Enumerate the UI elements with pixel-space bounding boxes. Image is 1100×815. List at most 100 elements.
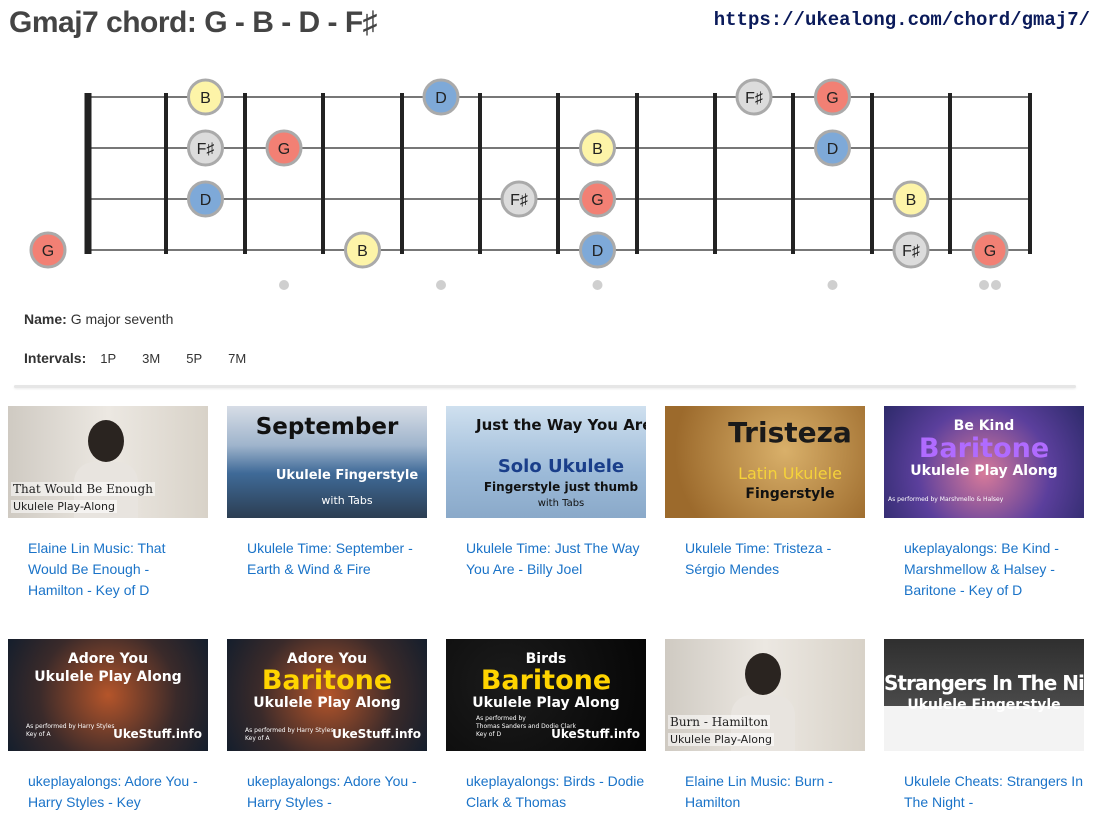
thumbnail-text: Fingerstyle just thumb [483,480,639,494]
note-marker-Fsharp: F♯ [892,231,930,269]
note-label: D [435,90,447,107]
note-marker-G: G [814,78,851,116]
note-label: F♯ [510,192,528,209]
thumbnail-text: Ukulele Play Along [472,695,620,711]
video-title-link[interactable]: Ukulele Time: Tristeza - Sérgio Mendes [685,538,865,580]
interval-1P: 1P [100,351,117,366]
video-card[interactable]: Birds Baritone Ukulele Play Along As perfor… [446,639,646,813]
video-card[interactable]: Be Kind Baritone Ukulele Play Along As perf… [884,406,1084,601]
thumbnail-text: Baritone [918,433,1050,464]
note-marker-G: G [971,231,1009,269]
video-title-link[interactable]: ukeplayalongs: Birds - Dodie Clark & Tho… [466,771,646,813]
thumbnail-text: Ukulele Fingerstyle [907,697,1061,713]
video-thumbnail[interactable]: Just the Way You Are Solo Ukulele Fingerst… [446,406,646,518]
note-label: D [592,243,604,260]
note-label: F♯ [197,141,215,158]
thumbnail-text: Latin Ukulele [738,464,842,483]
video-card[interactable]: Burn - Hamilton Ukulele Play-Along Elaine … [665,639,865,813]
video-card[interactable]: Tristeza Latin Ukulele Fingerstyle Ukulele … [665,406,865,580]
video-card[interactable]: September Ukulele Fingerstyle with Tabs Uku… [227,406,427,580]
thumbnail-text: Ukulele Play Along [253,695,401,711]
fret-marker-12 [979,280,989,290]
fret-marker-12 [991,280,1001,290]
thumbnail-text: with Tabs [537,498,585,509]
note-label: G [984,243,996,260]
video-thumbnail[interactable]: That Would Be Enough Ukulele Play-Along [8,406,208,518]
thumbnail-text: Tristeza [728,416,852,449]
note-marker-Fsharp: F♯ [187,129,224,167]
thumbnail-text: Fingerstyle [745,486,835,502]
thumbnail-text: As performed by [476,715,526,722]
note-label: B [592,141,603,158]
fret-marker-5 [436,280,446,290]
video-card[interactable]: That Would Be Enough Ukulele Play-Along El… [8,406,208,601]
video-card[interactable]: Just the Way You Are Solo Ukulele Fingerst… [446,406,646,580]
video-card[interactable]: Strangers In The Night Ukulele Fingerstyl… [884,639,1084,813]
thumbnail-text: Ukulele Play Along [34,669,182,685]
thumbnail-text: Baritone [261,665,393,696]
thumbnail-text: Solo Ukulele [497,456,625,477]
fretboard-diagram: B D F♯ G F♯ G B D D F♯ G B G B D F♯ G [29,78,1032,290]
video-title-link[interactable]: Ukulele Cheats: Strangers In The Night - [904,771,1084,813]
video-title-link[interactable]: Ukulele Time: Just The Way You Are - Bil… [466,538,646,580]
note-label: D [200,192,212,209]
note-label: B [357,243,368,260]
note-marker-B: B [344,231,381,269]
note-label: F♯ [902,243,920,260]
fret-marker-3 [279,280,289,290]
video-title-link[interactable]: ukeplayalongs: Adore You - Harry Styles … [247,771,427,813]
video-title-link[interactable]: ukeplayalongs: Adore You - Harry Styles … [28,771,208,813]
note-marker-Fsharp: F♯ [735,78,773,116]
chord-name-label: Name: [24,311,67,327]
note-marker-B: B [892,180,930,218]
section-divider [14,385,1076,388]
video-title-link[interactable]: Elaine Lin Music: Burn - Hamilton [685,771,865,813]
fret-marker-7 [592,280,603,290]
thumbnail-text: As performed by Marshmello & Halsey [888,496,1004,503]
thumbnail-text: UkeStuff.info [332,727,421,741]
interval-5P: 5P [186,351,203,366]
note-marker-D: D [187,180,224,218]
note-label: F♯ [745,90,763,107]
thumbnail-text: Ukulele Play-Along [668,733,774,746]
note-marker-D: D [579,231,616,269]
video-thumbnail[interactable]: Burn - Hamilton Ukulele Play-Along [665,639,865,751]
video-thumbnail[interactable]: Tristeza Latin Ukulele Fingerstyle [665,406,865,518]
thumbnail-text: Ukulele Play Along [910,463,1058,479]
interval-7M: 7M [228,351,247,366]
thumbnail-text: Be Kind [953,418,1015,434]
note-marker-D: D [422,78,460,116]
fret-marker-10 [827,280,838,290]
note-marker-B: B [187,78,224,116]
video-card[interactable]: Adore You Baritone Ukulele Play Along As pe… [227,639,427,813]
video-thumbnail[interactable]: Be Kind Baritone Ukulele Play Along As perf… [884,406,1084,518]
note-label: B [200,90,211,107]
person-figure [88,420,124,462]
thumbnail-text: Burn - Hamilton [668,715,771,729]
note-label: G [42,243,54,260]
video-thumbnail[interactable]: Strangers In The Night Ukulele Fingerstyl… [884,639,1084,751]
video-card[interactable]: Adore You Ukulele Play Along As performed … [8,639,208,813]
video-thumbnail[interactable]: September Ukulele Fingerstyle with Tabs [227,406,427,518]
intervals-label: Intervals: [24,350,87,366]
note-label: G [278,141,290,158]
video-thumbnail[interactable]: Adore You Baritone Ukulele Play Along As pe… [227,639,427,751]
thumbnail-text: Adore You [67,651,149,667]
note-marker-G: G [579,180,616,218]
thumbnail-text: UkeStuff.info [113,727,202,741]
note-marker-D: D [814,129,851,167]
video-title-link[interactable]: ukeplayalongs: Be Kind - Marshmellow & H… [904,538,1084,601]
thumbnail-text: Strangers In The Night [884,671,1084,695]
video-thumbnail[interactable]: Birds Baritone Ukulele Play Along As perfor… [446,639,646,751]
video-title-link[interactable]: Ukulele Time: September - Earth & Wind &… [247,538,427,580]
note-label: D [827,141,839,158]
note-marker-B: B [579,129,616,167]
video-thumbnail[interactable]: Adore You Ukulele Play Along As performed … [8,639,208,751]
person-figure [745,653,781,695]
thumbnail-text: Ukulele Play-Along [11,500,117,513]
thumbnail-text: Just the Way You Are [476,416,646,434]
video-title-link[interactable]: Elaine Lin Music: That Would Be Enough -… [28,538,208,601]
chord-url-link[interactable]: https://ukealong.com/chord/gmaj7/ [714,9,1090,31]
note-marker-G: G [29,231,67,269]
thumbnail-text: UkeStuff.info [551,727,640,741]
